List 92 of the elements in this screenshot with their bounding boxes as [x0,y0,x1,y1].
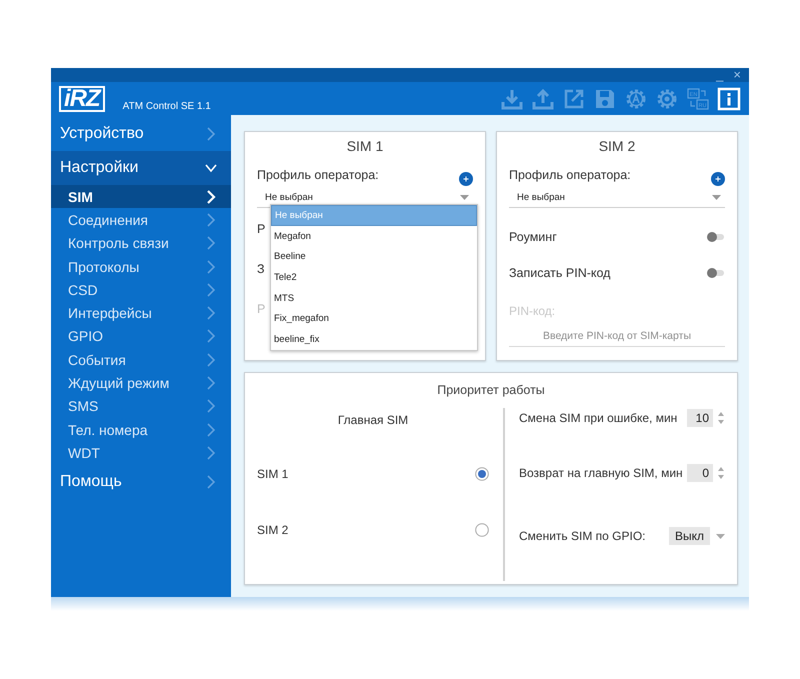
sidebar-item-label: Устройство [60,125,144,143]
sidebar-subitem-label: Протоколы [68,258,140,275]
sidebar-subitem-label: SIM [68,188,93,205]
operator-select[interactable]: Не выбран [509,186,725,208]
chevron-right-icon [205,282,217,297]
logo: iRZ [59,86,105,112]
toggle-label: Записать PIN-код [509,266,610,280]
dropdown-option[interactable]: Megafon [271,226,477,246]
sidebar-subitem[interactable]: Протоколы [51,254,231,278]
chevron-right-icon [205,376,217,390]
card-title: SIM 1 [346,138,384,154]
radio-button[interactable] [475,523,489,537]
sidebar-subitem[interactable]: Соединения [51,208,231,232]
dropdown-option[interactable]: Fix_megafon [271,308,477,330]
sidebar-subitem[interactable]: GPIO [51,324,231,348]
sidebar-subitem-label: CSD [68,282,98,298]
sidebar-subitem[interactable]: CSD [51,278,231,302]
caret-icon [460,195,469,200]
section-title: Главная SIM [336,413,410,427]
setting-label: Смена SIM при ошибке, мин [519,411,678,425]
sidebar-subitem-label: Интерфейсы [68,305,152,322]
chevron-right-icon [205,352,217,367]
chevron-right-icon [205,399,217,414]
select-value: Не выбран [517,192,565,203]
toggle-switch[interactable] [707,232,725,242]
sidebar-subitem-label: Контроль связи [68,235,169,252]
caret-icon [712,195,721,200]
sidebar-subitem-label: SMS [68,398,98,414]
sidebar-subitem[interactable]: События [51,348,231,372]
settings-icon[interactable] [655,86,679,110]
chevron-right-icon [205,190,217,204]
field-label: З [257,262,265,278]
setting-label: Возврат на главную SIM, мин [519,466,684,480]
radio-button[interactable] [475,467,489,481]
sidebar-subitem[interactable]: SIM [51,185,231,208]
radio-label: SIM 1 [257,467,288,481]
sidebar-item[interactable]: Настройки [51,151,231,185]
select-value: Не выбран [265,192,313,203]
sidebar-subitem-label: Тел. номера [68,422,148,438]
dropdown-option[interactable]: beeline_fix [271,329,477,350]
dropdown-option[interactable]: MTS [271,288,477,308]
number-field[interactable]: 10 [687,409,713,427]
upload-icon[interactable] [531,86,555,110]
chevron-right-icon [205,127,217,141]
dropdown-option[interactable]: Beeline [271,246,477,268]
info-icon[interactable] [717,86,741,110]
field-label: Профиль оператора: [257,168,379,182]
gpio-select[interactable]: Выкл [668,527,725,545]
number-field[interactable]: 0 [687,464,713,482]
chevron-right-icon [205,474,217,489]
chevron-right-icon [205,212,217,227]
caret-icon [716,534,725,538]
sidebar-subitem[interactable]: Интерфейсы [51,301,231,325]
chevron-right-icon [205,260,217,274]
setting-label: Сменить SIM по GPIO: [519,529,647,543]
add-button[interactable] [711,172,725,186]
select-value: Выкл [668,527,710,545]
app-title: ATM Control SE 1.1 [122,101,211,112]
add-button[interactable] [459,172,473,186]
sidebar-item-label: Настройки [60,159,138,177]
close-button[interactable]: × [733,68,741,82]
sidebar-subitem-label: Ждущий режим [68,375,170,392]
sidebar-subitem[interactable]: WDT [51,441,231,465]
sidebar-subitem[interactable]: Ждущий режим [51,371,231,395]
sidebar-subitem[interactable]: Контроль связи [51,232,231,255]
sidebar-item-label: Помощь [60,472,122,491]
sidebar-subitem[interactable]: SMS [51,394,231,418]
field-label: Профиль оператора: [509,168,631,182]
spinner-arrows-icon[interactable] [717,466,725,480]
gear-icon[interactable] [624,86,648,110]
sidebar-item[interactable]: Устройство [51,117,231,151]
sidebar-subitem-label: События [68,352,126,368]
sidebar-subitem-label: Соединения [68,212,148,228]
field-label: Р [257,302,266,318]
sidebar-subitem-label: WDT [68,444,100,461]
sidebar-item[interactable]: Помощь [51,464,231,499]
chevron-right-icon [205,306,217,320]
chevron-right-icon [205,422,217,437]
spinner-arrows-icon[interactable] [717,411,725,425]
sidebar-subitem[interactable]: Тел. номера [51,418,231,442]
chevron-right-icon [205,446,217,460]
card-title: SIM 2 [598,138,636,154]
minimize-button[interactable]: _ [716,68,724,82]
field-label: Р [257,222,266,238]
chevron-right-icon [205,236,217,250]
toggle-switch[interactable] [707,268,725,278]
radio-label: SIM 2 [257,523,288,537]
dropdown-option[interactable]: Tele2 [271,267,477,288]
card-title: Приоритет работы [436,383,546,397]
sidebar-subitem-label: GPIO [68,328,104,344]
toggle-label: Роуминг [509,230,557,244]
chevron-right-icon [205,329,217,344]
